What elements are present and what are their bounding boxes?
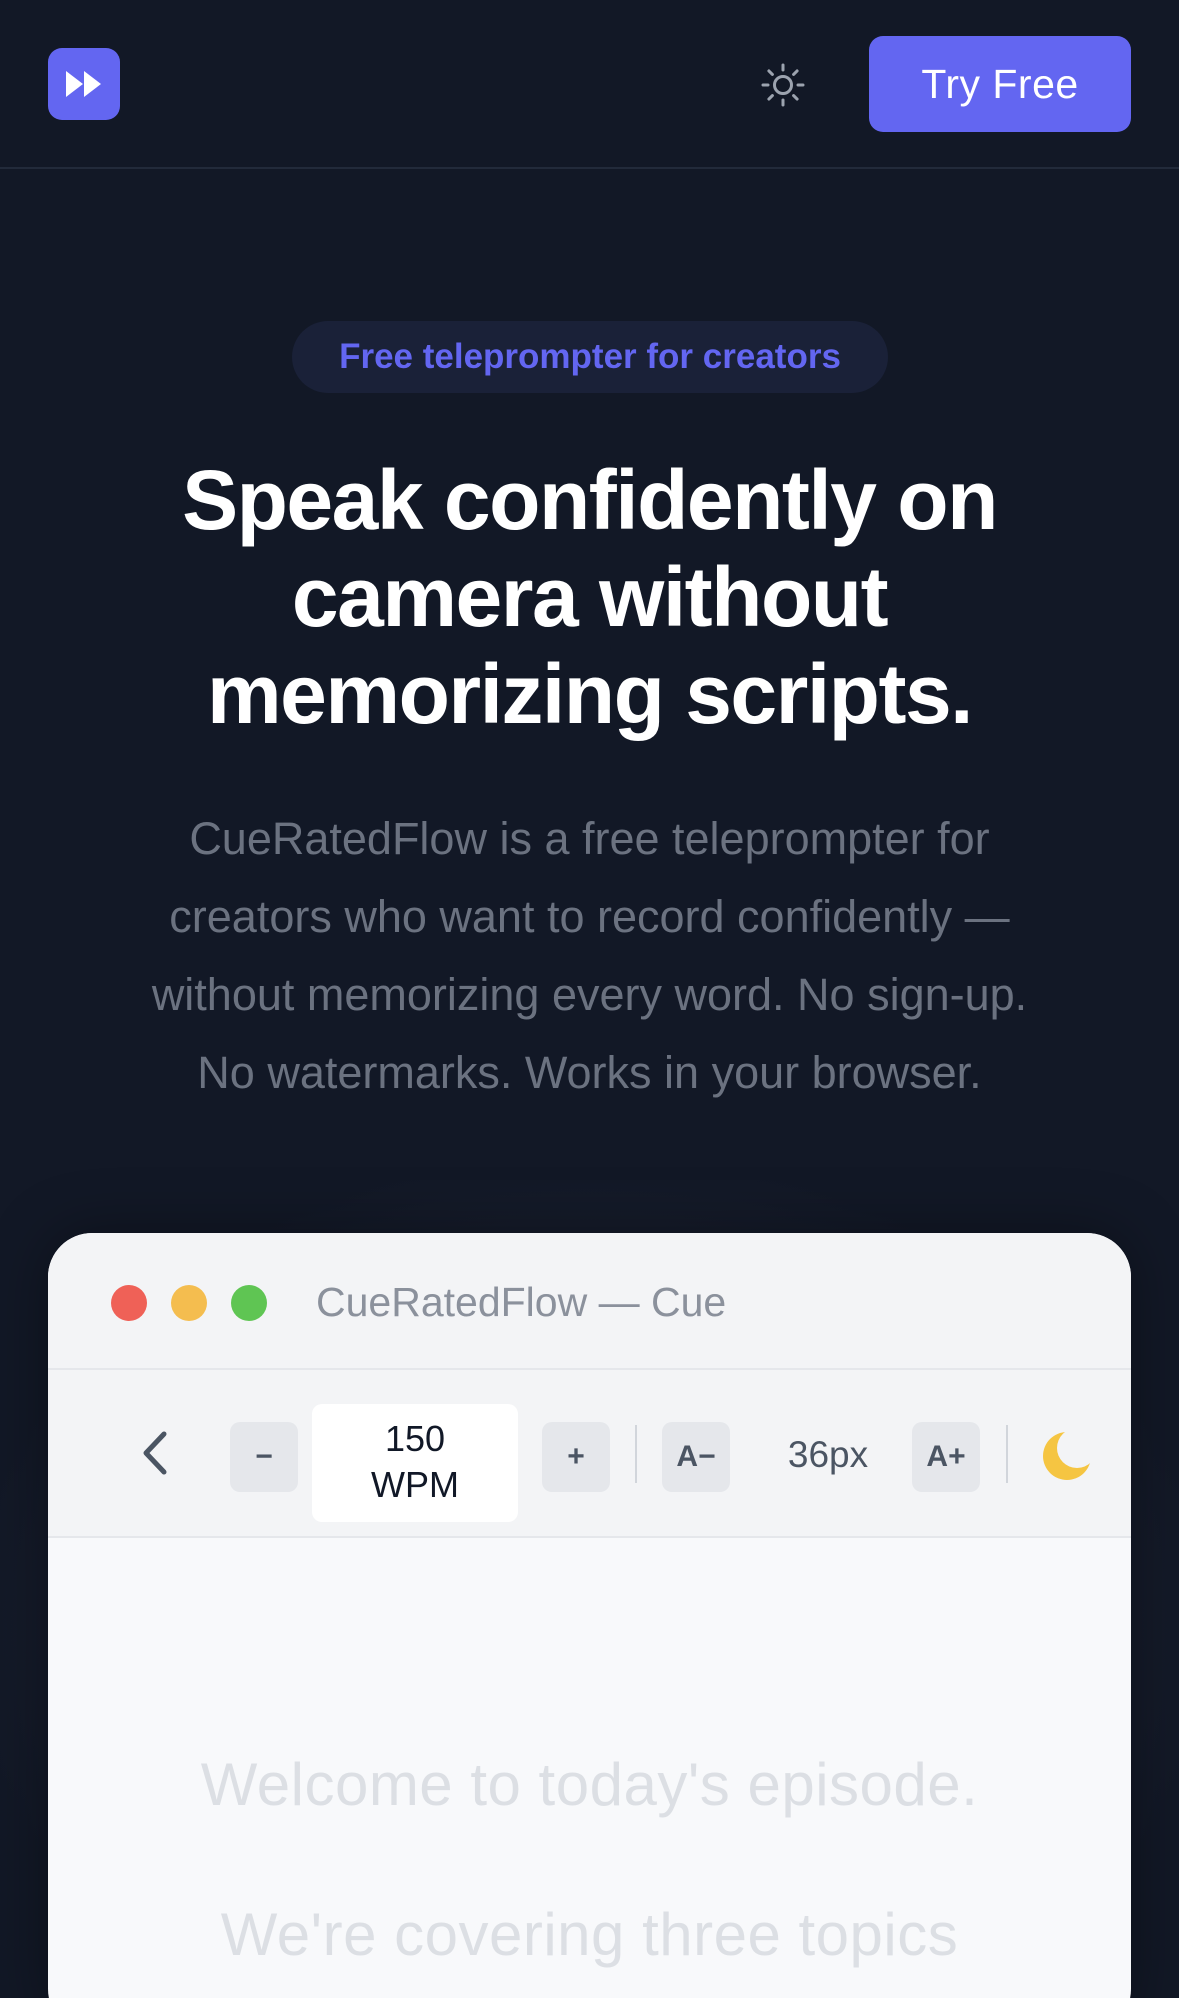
moon-icon — [1043, 1431, 1091, 1480]
try-free-button[interactable]: Try Free — [869, 36, 1131, 132]
speed-decrease-button[interactable]: − — [230, 1422, 298, 1492]
minimize-window-dot — [171, 1285, 207, 1321]
dark-mode-button[interactable] — [1034, 1422, 1104, 1492]
font-increase-button[interactable]: A+ — [912, 1422, 980, 1492]
description-line: CueRatedFlow is a free teleprompter for — [189, 813, 990, 864]
description-line: creators who want to record confidently … — [169, 891, 1010, 942]
landing-page: Try Free Free teleprompter for creators … — [0, 0, 1179, 1998]
description-line: No watermarks. Works in your browser. — [197, 1047, 982, 1098]
speed-unit: WPM — [371, 1464, 459, 1505]
app-preview-window: CueRatedFlow — Cue − 150 WPM + A− 36px A… — [48, 1233, 1131, 1998]
back-button[interactable] — [130, 1428, 178, 1480]
headline-line: Speak confidently on — [182, 453, 998, 547]
prompter-toolbar: − 150 WPM + A− 36px A+ — [48, 1370, 1131, 1538]
window-title: CueRatedFlow — Cue — [316, 1279, 727, 1325]
sun-icon — [761, 63, 805, 107]
window-titlebar: CueRatedFlow — Cue — [48, 1233, 1131, 1370]
hero-description: CueRatedFlow is a free teleprompter for … — [72, 800, 1107, 1112]
headline-line: memorizing scripts. — [206, 647, 974, 741]
hero-badge: Free teleprompter for creators — [292, 321, 888, 393]
script-line: We're covering three topics — [220, 1901, 959, 1968]
toolbar-divider — [635, 1425, 637, 1483]
script-line: Welcome to today's episode. — [200, 1751, 979, 1818]
theme-toggle-button[interactable] — [756, 62, 810, 108]
speed-value: 150 — [384, 1418, 446, 1459]
font-decrease-button[interactable]: A− — [662, 1422, 730, 1492]
logo[interactable] — [48, 48, 120, 120]
speed-increase-button[interactable]: + — [542, 1422, 610, 1492]
font-size-value: 36px — [787, 1434, 869, 1475]
speed-display: 150 WPM — [312, 1404, 518, 1522]
fast-forward-icon — [66, 71, 101, 97]
description-line: without memorizing every word. No sign-u… — [151, 969, 1028, 1020]
chevron-left-icon — [143, 1431, 167, 1475]
top-nav: Try Free — [0, 0, 1179, 169]
toolbar-divider — [1006, 1425, 1008, 1483]
headline-line: camera without — [291, 550, 889, 644]
close-window-dot — [111, 1285, 147, 1321]
hero-headline: Speak confidently on camera without memo… — [60, 452, 1119, 743]
maximize-window-dot — [231, 1285, 267, 1321]
